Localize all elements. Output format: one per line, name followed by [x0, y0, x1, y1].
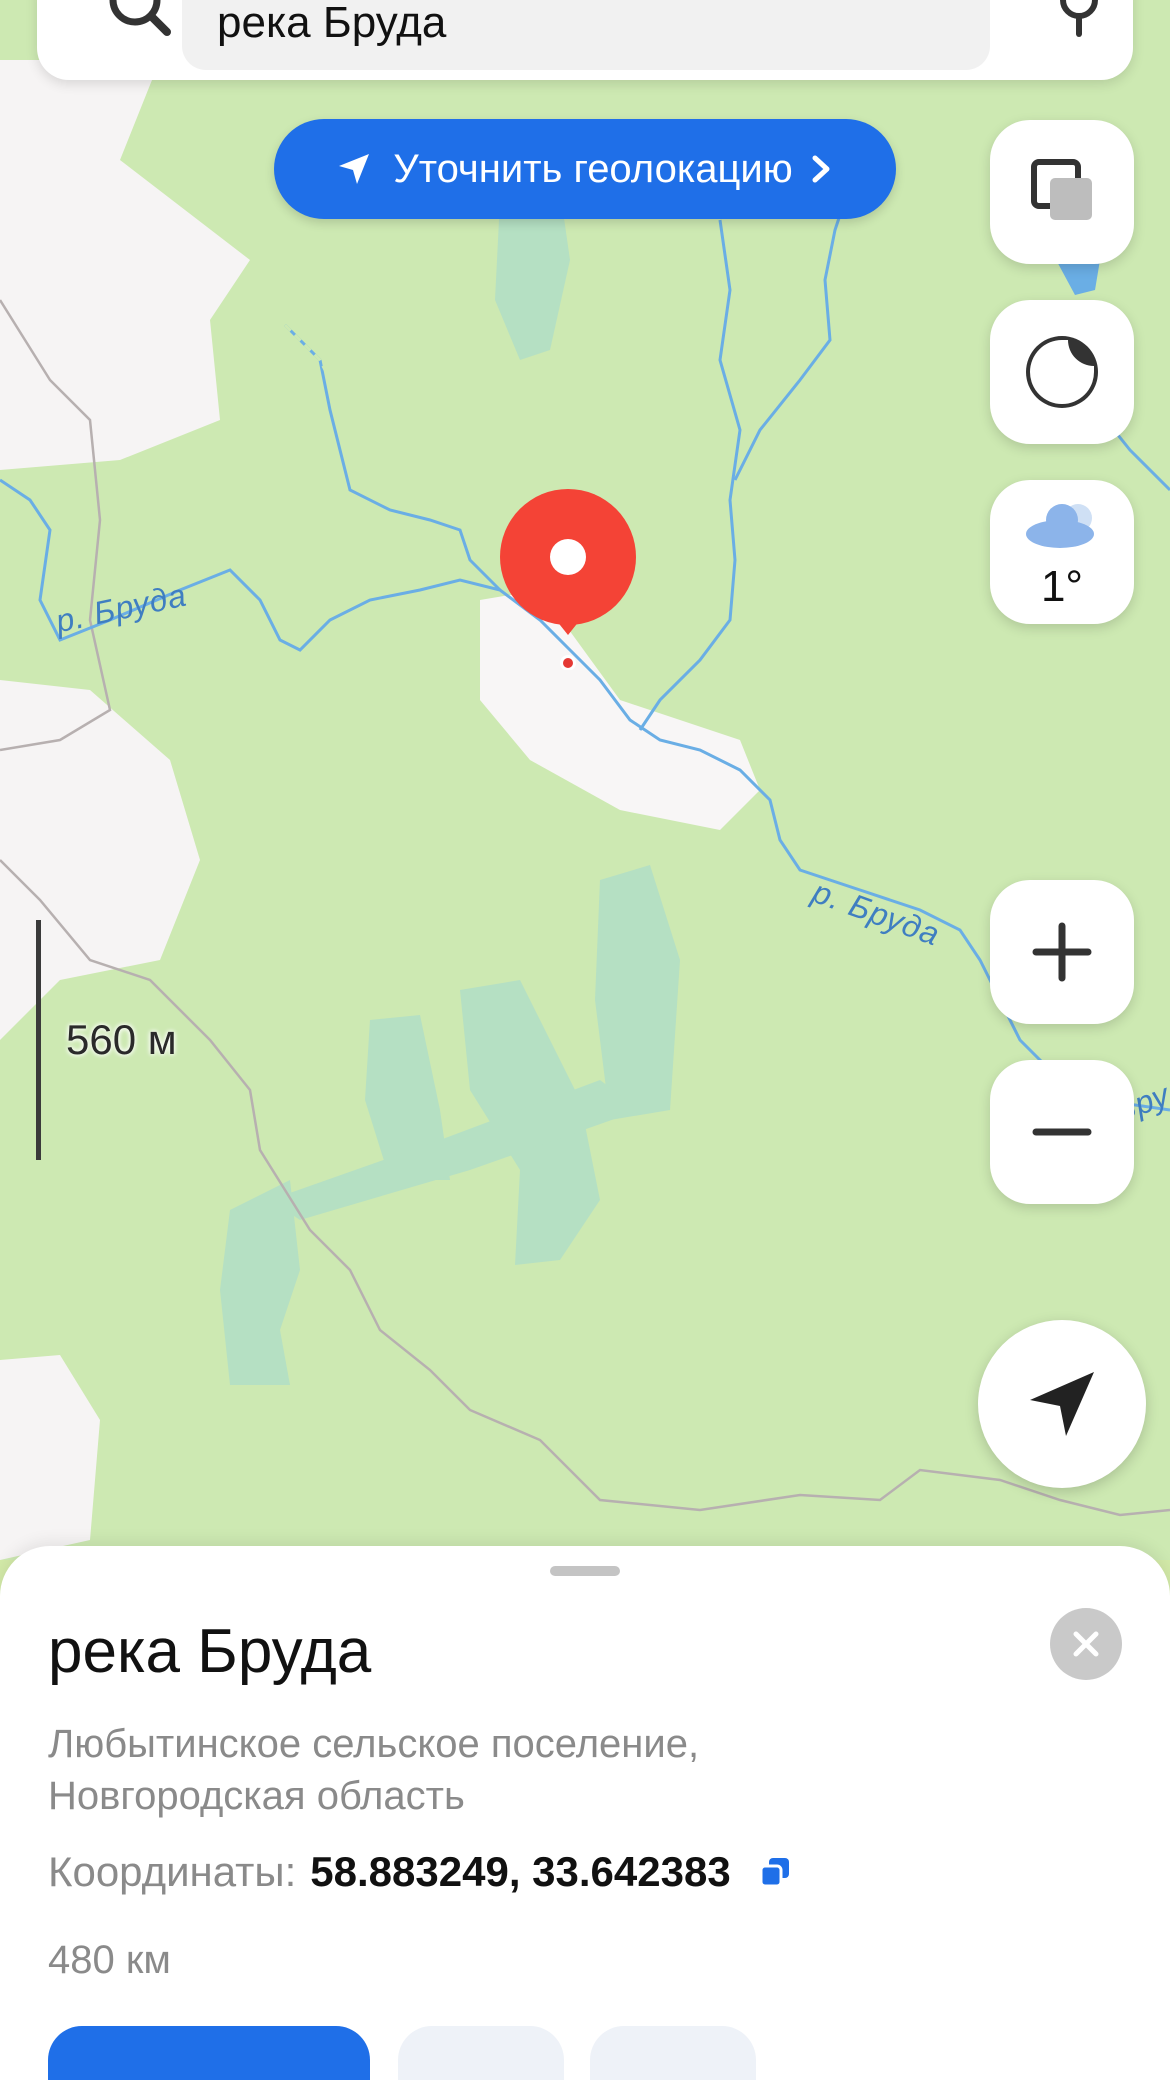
my-location-button[interactable] [978, 1320, 1146, 1488]
pin-icon[interactable] [1049, 0, 1109, 50]
refine-geolocation-button[interactable]: Уточнить геолокацию [274, 119, 896, 219]
chevron-right-icon [812, 155, 830, 183]
copy-icon[interactable] [759, 1856, 791, 1888]
place-address: Любытинское сельское поселение, Новгород… [48, 1722, 700, 1818]
secondary-action-button[interactable] [398, 2026, 564, 2080]
weather-icon [1026, 504, 1094, 548]
coordinates-label: Координаты: [48, 1848, 297, 1895]
bookmark-button[interactable] [590, 2026, 756, 2080]
sheet-handle[interactable] [550, 1566, 620, 1576]
weather-widget[interactable]: 1° [990, 480, 1134, 624]
distance-label: 480 км [48, 1938, 171, 1982]
scale-bar [36, 920, 41, 1160]
zoom-in-icon [1032, 922, 1092, 982]
theme-icon [1026, 336, 1098, 408]
theme-button[interactable] [990, 300, 1134, 444]
close-button[interactable] [1050, 1608, 1122, 1680]
refine-geolocation-label: Уточнить геолокацию [393, 146, 793, 191]
layers-button[interactable] [990, 120, 1134, 264]
coordinates-row: Координаты: 58.883249, 33.642383 [48, 1848, 791, 1896]
search-bar: река Бруда [37, 0, 1133, 80]
scale-label: 560 м [66, 1016, 177, 1063]
zoom-in-button[interactable] [990, 880, 1134, 1024]
coordinates-value[interactable]: 58.883249, 33.642383 [310, 1848, 730, 1896]
place-title: река Бруда [48, 1617, 372, 1686]
place-card: река Бруда Любытинское сельское поселени… [0, 1546, 1170, 2080]
layers-icon [1031, 159, 1092, 220]
close-icon [1073, 1631, 1099, 1657]
location-marker[interactable] [498, 485, 638, 670]
weather-temperature: 1° [1040, 562, 1084, 611]
search-icon[interactable] [107, 0, 177, 50]
zoom-out-button[interactable] [990, 1060, 1134, 1204]
route-button[interactable] [48, 2026, 370, 2080]
locate-arrow-icon [1030, 1372, 1094, 1436]
zoom-out-icon [1032, 1128, 1092, 1136]
search-input[interactable]: река Бруда [182, 0, 990, 70]
navigation-arrow-icon [339, 154, 370, 184]
